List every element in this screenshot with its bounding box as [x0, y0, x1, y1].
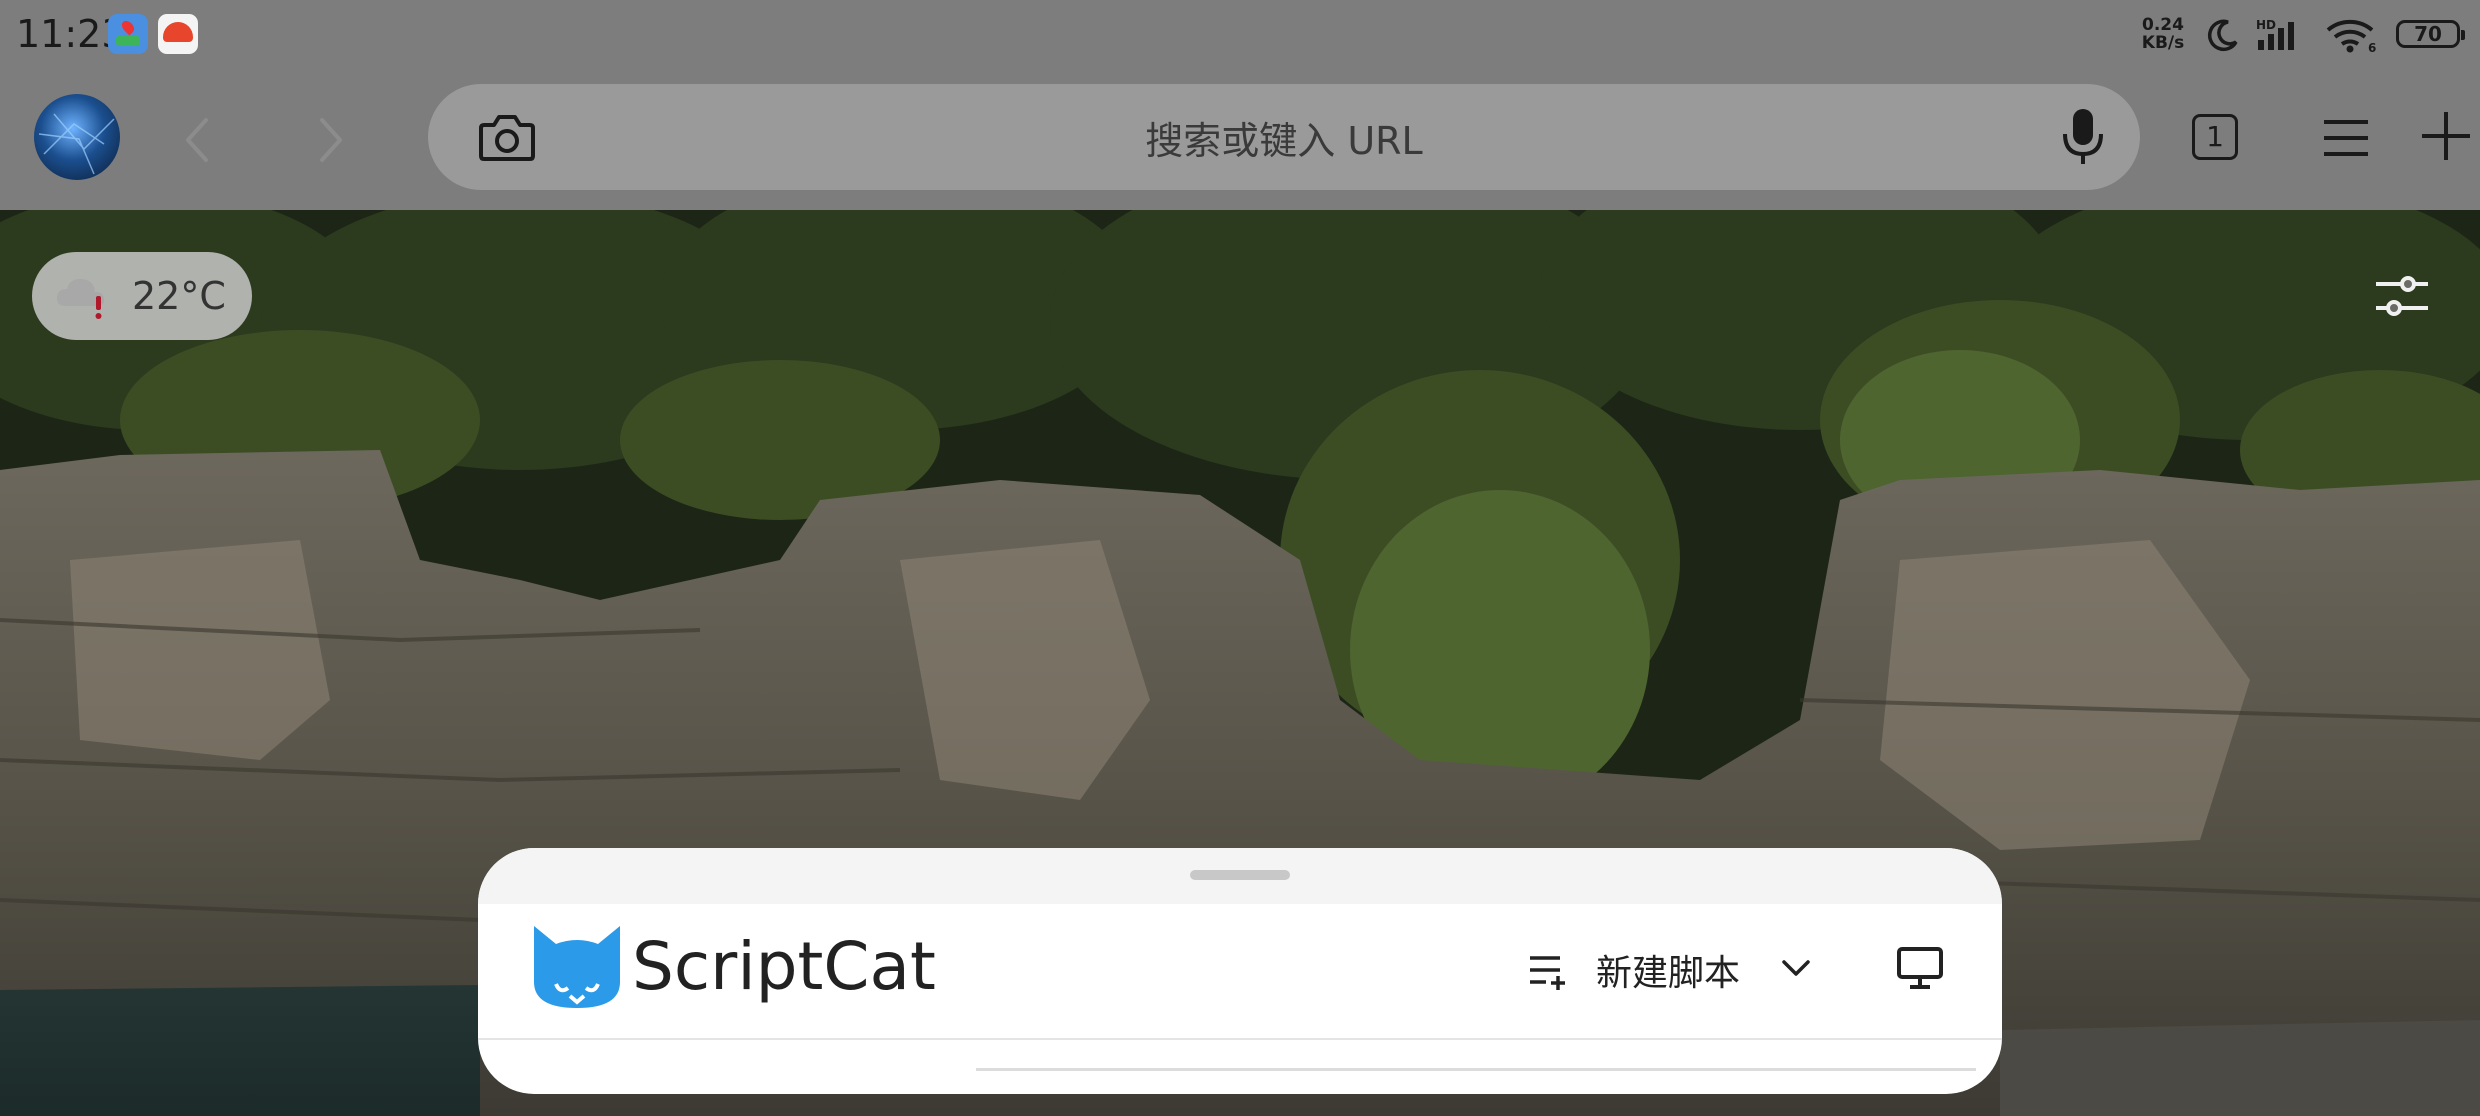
weather-widget[interactable]: 22°C: [32, 252, 252, 340]
game-icon: [158, 14, 198, 54]
browser-toolbar: 搜索或键入 URL 1: [0, 72, 2480, 210]
wifi-icon: 6: [2326, 19, 2376, 54]
scriptcat-brand: ScriptCat: [632, 928, 936, 1005]
cell-signal-icon: HD: [2256, 18, 2294, 50]
status-bar: 11:23 0.24 KB/s HD 6 70: [0, 0, 2480, 72]
avatar[interactable]: [34, 94, 120, 180]
wifi-6-label: 6: [2368, 41, 2376, 54]
list-add-icon[interactable]: [1528, 952, 1568, 990]
panel-divider: [478, 1038, 2002, 1040]
panel-header-strip: [478, 848, 2002, 904]
desktop-icon[interactable]: [1896, 946, 1944, 990]
signal-hd-label: HD: [2256, 18, 2276, 32]
mic-icon[interactable]: [2060, 106, 2106, 168]
url-bar[interactable]: 搜索或键入 URL: [428, 84, 2140, 190]
network-speed-value: 0.24: [2142, 15, 2184, 35]
network-speed-unit: KB/s: [2141, 33, 2185, 53]
url-placeholder[interactable]: 搜索或键入 URL: [428, 110, 2140, 165]
battery-indicator: 70: [2396, 20, 2465, 48]
drag-handle[interactable]: [1190, 870, 1290, 880]
back-button[interactable]: [172, 112, 222, 168]
network-speed: 0.24 KB/s: [2138, 16, 2188, 52]
forward-button[interactable]: [306, 112, 356, 168]
tab-count-button[interactable]: 1: [2192, 114, 2238, 160]
weather-temperature: 22°C: [132, 274, 226, 318]
cloud-alert-icon: [56, 278, 104, 319]
status-indicators: 0.24 KB/s HD 6 70: [2060, 16, 2465, 56]
scriptcat-panel: ScriptCat 新建脚本: [478, 848, 2002, 1094]
maps-icon: [108, 14, 148, 54]
chevron-down-icon[interactable]: [1780, 956, 1812, 980]
scriptcat-logo-icon: [534, 926, 620, 1008]
settings-sliders-icon[interactable]: [2374, 272, 2430, 320]
moon-icon: [2207, 19, 2238, 52]
panel-scroll-indicator: [976, 1068, 1976, 1071]
new-script-button[interactable]: 新建脚本: [1596, 944, 1740, 996]
menu-icon[interactable]: [2322, 116, 2370, 160]
plus-icon[interactable]: [2420, 110, 2472, 162]
